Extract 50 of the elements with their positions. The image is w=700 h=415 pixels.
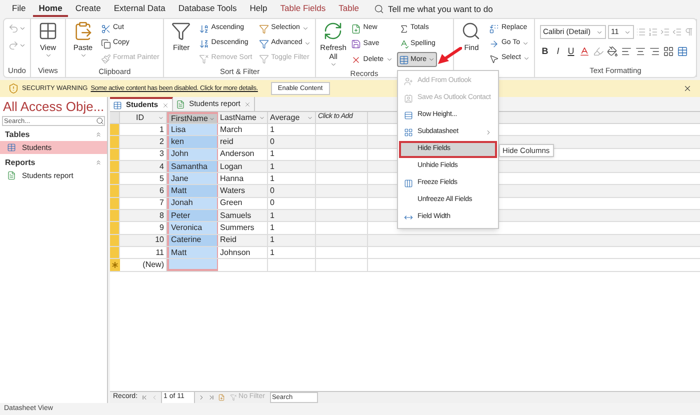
table-cell: Veronica [167, 222, 218, 234]
column-header[interactable]: LastName [218, 112, 268, 123]
table-cell: Samantha [167, 160, 218, 172]
table-cell: Samuels [218, 210, 268, 222]
table-cell: ken [167, 136, 218, 148]
ribbon-tab[interactable]: Help [244, 1, 274, 17]
table-cell: March [218, 124, 268, 136]
table-cell: 1 [268, 222, 316, 234]
ribbon-tab[interactable]: Table [332, 1, 365, 17]
nav-pane-title: All Access Obje... [3, 98, 104, 116]
table-cell: 1 [268, 173, 316, 184]
table-cell: Waters [218, 185, 268, 197]
table-cell: Logan [218, 160, 268, 172]
table-cell: Caterine [167, 234, 218, 246]
table-cell: 0 [268, 185, 316, 197]
nav-group-header: Reports [5, 156, 36, 168]
table-cell: Lisa [167, 124, 218, 136]
ribbon-tab[interactable]: Table Fields [274, 1, 332, 17]
font-style-button[interactable]: B [540, 45, 550, 58]
table-cell: Anderson [218, 148, 268, 160]
table-cell: Jonah [167, 198, 218, 210]
table-cell: Johnson [218, 246, 268, 258]
tell-me-field[interactable]: Tell me what you want to do [388, 2, 528, 16]
nav-group-header: Tables [5, 128, 30, 140]
table-cell: Matt [167, 185, 218, 197]
ribbon-tab[interactable]: External Data [108, 1, 172, 17]
ribbon-tab[interactable]: File [6, 1, 32, 17]
table-cell: Jane [167, 173, 218, 184]
ribbon-tab[interactable]: Create [69, 1, 107, 17]
column-header[interactable]: Average [268, 112, 316, 123]
table-cell: 1 [268, 160, 316, 172]
table-cell: Matt [167, 246, 218, 258]
table-cell: 1 [268, 124, 316, 136]
table-cell: John [167, 148, 218, 160]
table-cell: Reid [218, 234, 268, 246]
table-cell: 1 [268, 246, 316, 258]
table-cell: Hanna [218, 173, 268, 184]
table-cell: 1 [268, 210, 316, 222]
table-cell: Summers [218, 222, 268, 234]
table-cell: 1 [268, 148, 316, 160]
table-cell: reid [218, 136, 268, 148]
table-cell: 0 [268, 136, 316, 148]
column-header[interactable]: FirstName [167, 112, 218, 123]
table-cell: 0 [268, 198, 316, 210]
font-style-button[interactable]: U [566, 45, 576, 58]
table-cell: Green [218, 198, 268, 210]
ribbon-tab[interactable]: Database Tools [172, 1, 243, 17]
font-style-button[interactable]: I [552, 45, 563, 58]
table-cell: Peter [167, 210, 218, 222]
table-cell: 1 [268, 234, 316, 246]
